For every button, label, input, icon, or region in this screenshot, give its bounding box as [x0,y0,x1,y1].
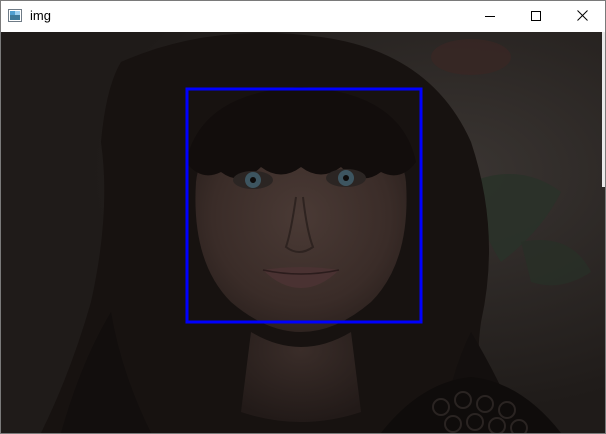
minimize-button[interactable] [467,1,513,32]
close-icon [576,8,588,26]
window-title: img [30,8,51,23]
minimize-icon [485,8,495,26]
maximize-icon [531,8,541,26]
title-bar[interactable]: img [1,1,605,32]
close-button[interactable] [559,1,605,32]
opencv-window-icon [8,9,22,22]
maximize-button[interactable] [513,1,559,32]
face-photo [1,32,605,433]
app-window: img [0,0,606,434]
window-edge-strip [602,32,605,187]
image-canvas [1,32,605,433]
